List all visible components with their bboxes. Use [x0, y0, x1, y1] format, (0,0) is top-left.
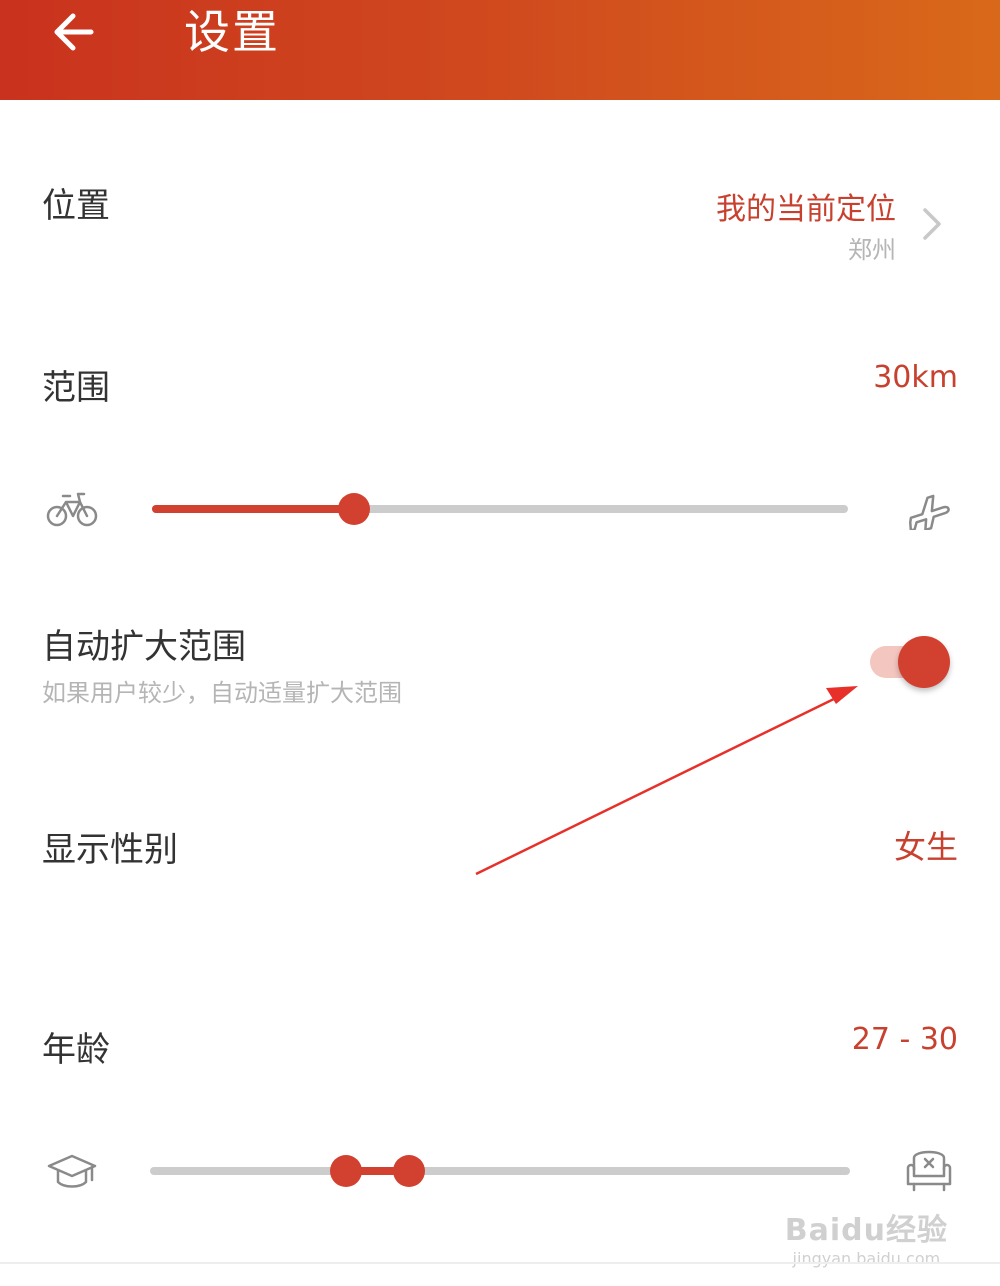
range-slider[interactable]: [152, 492, 848, 526]
auto-expand-toggle[interactable]: [870, 636, 952, 690]
age-label: 年龄: [42, 1030, 110, 1070]
watermark-url: jingyan.baidu.com: [792, 1249, 941, 1268]
bicycle-icon: [46, 492, 98, 527]
baidu-watermark: Baidu经验 jingyan.baidu.com: [785, 1205, 948, 1268]
gender-label: 显示性别: [42, 830, 178, 870]
age-value: 27 - 30: [851, 1022, 958, 1057]
age-slider-max-thumb[interactable]: [393, 1155, 425, 1187]
location-city: 郑州: [848, 236, 896, 264]
chevron-right-icon: [923, 208, 941, 240]
bottom-divider: [0, 1262, 1000, 1264]
location-row[interactable]: 位置 我的当前定位 郑州: [0, 150, 1000, 300]
gender-value: 女生: [893, 828, 958, 866]
age-slider-track: [150, 1167, 850, 1175]
toggle-knob: [898, 636, 950, 688]
gender-row[interactable]: 显示性别 女生: [0, 818, 1000, 878]
location-value: 我的当前定位: [716, 192, 896, 227]
watermark-logo-text: Baidu经验: [784, 1213, 948, 1248]
app-header: 设置: [0, 0, 1000, 100]
range-label: 范围: [42, 368, 110, 408]
page-title: 设置: [184, 5, 280, 59]
range-slider-thumb[interactable]: [338, 493, 370, 525]
graduation-cap-icon: [47, 1154, 97, 1188]
auto-expand-label: 自动扩大范围: [42, 627, 246, 667]
age-range-slider[interactable]: [150, 1154, 850, 1188]
airplane-icon: [909, 494, 950, 530]
auto-expand-row: 自动扩大范围 如果用户较少，自动适量扩大范围: [0, 615, 1000, 715]
armchair-icon: [906, 1150, 952, 1192]
range-slider-fill: [152, 505, 354, 513]
arrow-left-icon: [54, 13, 94, 51]
location-label: 位置: [42, 186, 110, 226]
auto-expand-description: 如果用户较少，自动适量扩大范围: [42, 679, 402, 707]
age-slider-min-thumb[interactable]: [330, 1155, 362, 1187]
back-button[interactable]: [40, 6, 106, 58]
range-value: 30km: [873, 360, 958, 395]
range-row: 范围 30km: [0, 356, 1000, 416]
age-row: 年龄 27 - 30: [0, 1018, 1000, 1078]
